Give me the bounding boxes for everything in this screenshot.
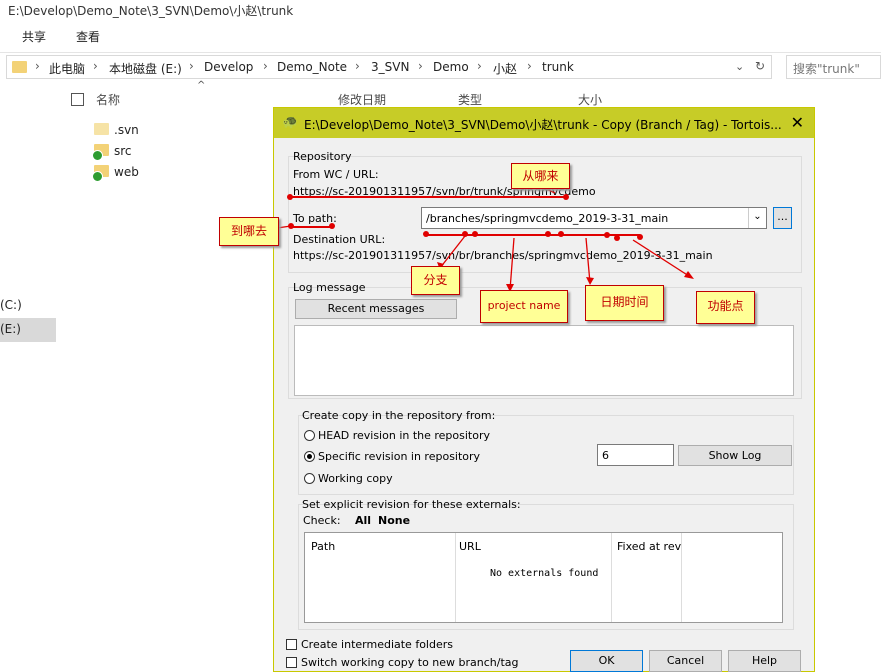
annotation-feature: 功能点 <box>696 291 755 324</box>
annotation-to: 到哪去 <box>219 217 279 246</box>
annotation-from: 从哪来 <box>511 163 570 189</box>
annotation-arrows <box>276 186 694 292</box>
annotation-project-name: project name <box>480 290 568 323</box>
annotation-datetime: 日期时间 <box>585 285 664 321</box>
annotation-branch: 分支 <box>411 266 460 295</box>
